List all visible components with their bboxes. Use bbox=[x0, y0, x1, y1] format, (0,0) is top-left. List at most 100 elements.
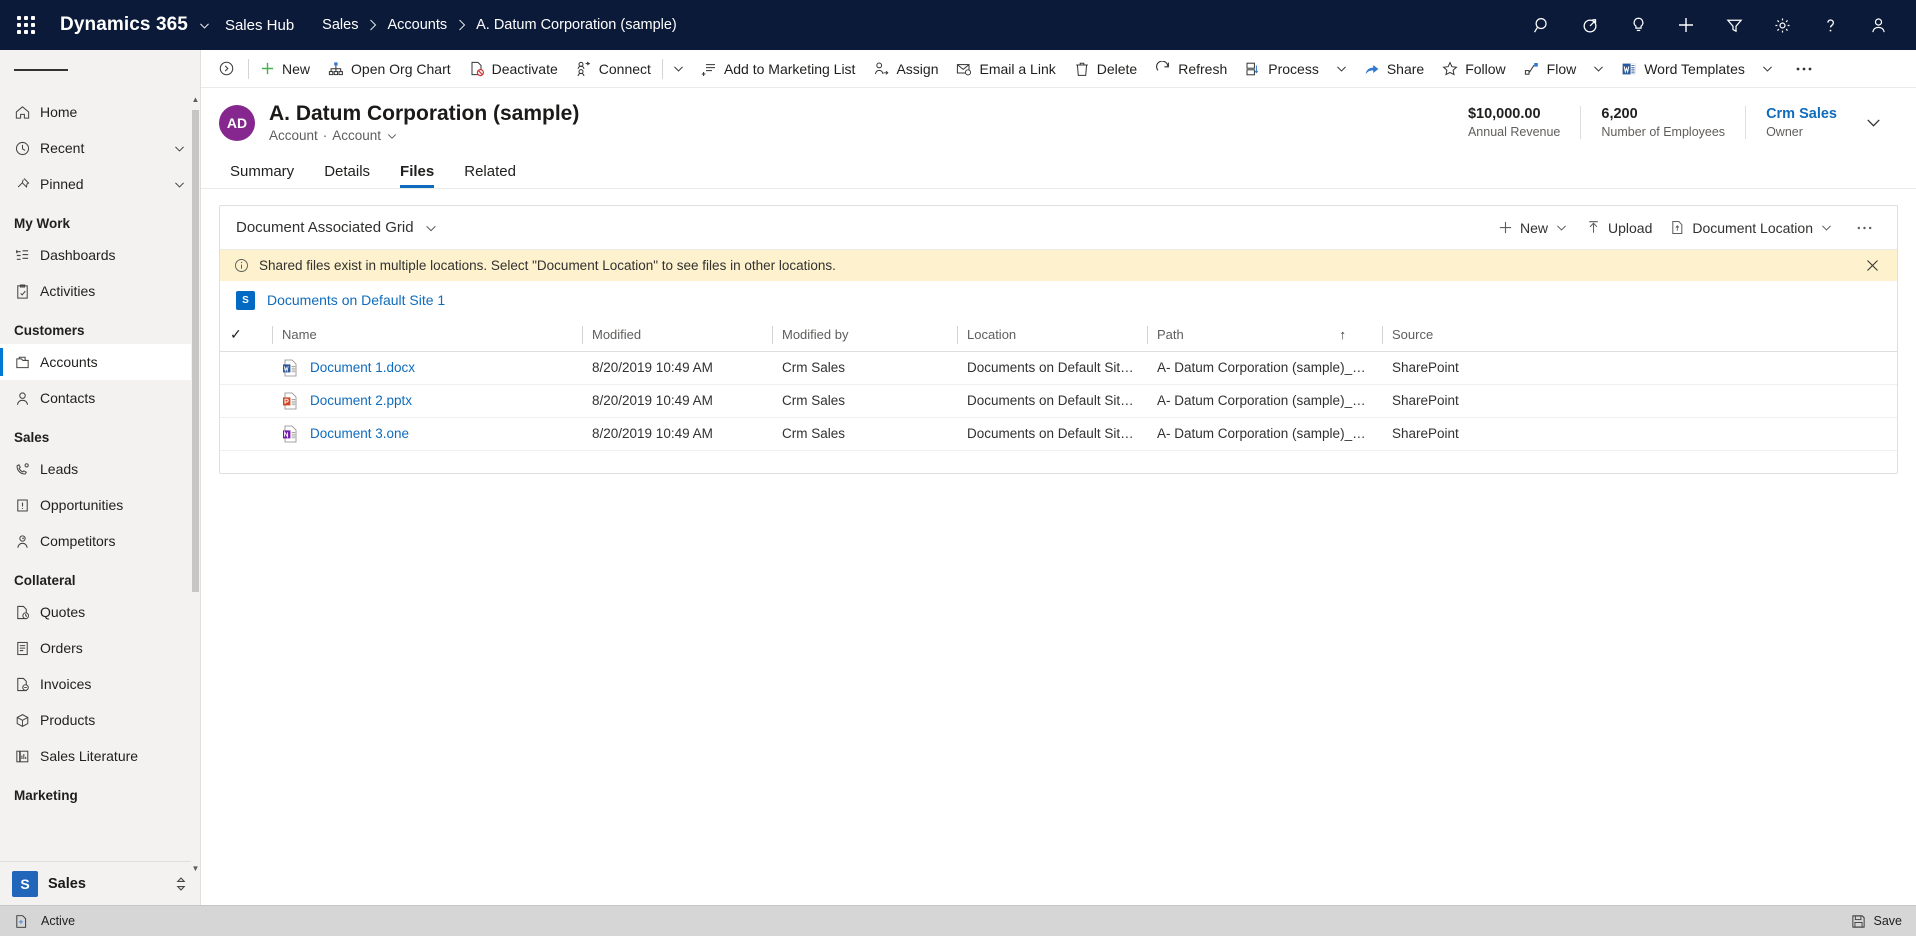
sitemap-scrollbar[interactable]: ▲ ▼ bbox=[191, 94, 200, 873]
org-chart-icon bbox=[328, 61, 344, 77]
sidebar-item-leads[interactable]: Leads bbox=[0, 451, 200, 487]
grid-overflow-ellipsis-icon[interactable] bbox=[1842, 211, 1887, 245]
scroll-down-arrow-icon[interactable]: ▼ bbox=[192, 863, 200, 873]
refresh-button[interactable]: Refresh bbox=[1146, 50, 1236, 87]
save-button[interactable]: Save bbox=[1851, 914, 1902, 929]
table-row[interactable]: Document 2.pptx 8/20/2019 10:49 AM Crm S… bbox=[220, 384, 1897, 418]
form-selector-chevron-down-icon[interactable] bbox=[386, 130, 398, 142]
sidebar-item-pinned[interactable]: Pinned bbox=[0, 166, 200, 202]
add-to-marketing-list-button[interactable]: Add to Marketing List bbox=[692, 50, 865, 87]
flow-button[interactable]: Flow bbox=[1515, 50, 1586, 87]
delete-trash-icon bbox=[1074, 61, 1090, 77]
column-header-source[interactable]: Source bbox=[1382, 319, 1897, 352]
column-header-modified-by[interactable]: Modified by bbox=[772, 319, 957, 352]
breadcrumb-item-accounts[interactable]: Accounts bbox=[387, 17, 447, 33]
scrollbar-thumb[interactable] bbox=[192, 110, 199, 592]
process-chevron-down-icon[interactable] bbox=[1328, 50, 1355, 87]
document-location-chevron-down-icon[interactable] bbox=[1820, 221, 1833, 234]
tab-related[interactable]: Related bbox=[453, 163, 527, 188]
user-profile-icon[interactable] bbox=[1854, 0, 1902, 50]
tab-summary[interactable]: Summary bbox=[219, 163, 305, 188]
assign-button[interactable]: Assign bbox=[864, 50, 947, 87]
file-name-link[interactable]: Document 2.pptx bbox=[310, 393, 412, 408]
grid-new-chevron-down-icon[interactable] bbox=[1555, 221, 1568, 234]
table-row[interactable]: Document 3.one 8/20/2019 10:49 AM Crm Sa… bbox=[220, 417, 1897, 451]
sidebar-item-orders[interactable]: Orders bbox=[0, 630, 200, 666]
back-circle-icon[interactable] bbox=[207, 50, 246, 87]
column-header-path[interactable]: Path ↑ bbox=[1147, 319, 1382, 352]
select-all-checkbox-header[interactable]: ✓ bbox=[220, 319, 272, 352]
stat-value-link[interactable]: Crm Sales bbox=[1766, 106, 1837, 122]
column-header-name[interactable]: Name bbox=[272, 319, 582, 352]
grid-view-selector-chevron-down-icon[interactable] bbox=[414, 221, 448, 235]
row-checkbox[interactable] bbox=[220, 384, 272, 418]
share-button[interactable]: Share bbox=[1355, 50, 1433, 87]
brand-chevron-down-icon[interactable] bbox=[194, 19, 225, 32]
scroll-up-arrow-icon[interactable]: ▲ bbox=[192, 94, 200, 104]
sidebar-item-home[interactable]: Home bbox=[0, 94, 200, 130]
sidebar-item-sales-literature[interactable]: Sales Literature bbox=[0, 738, 200, 774]
breadcrumb-item-sales[interactable]: Sales bbox=[322, 17, 358, 33]
new-button[interactable]: New bbox=[251, 50, 319, 87]
document-location-button[interactable]: Document Location bbox=[1661, 211, 1842, 245]
sidebar-item-quotes[interactable]: Quotes bbox=[0, 594, 200, 630]
sidebar-item-dashboards[interactable]: Dashboards bbox=[0, 237, 200, 273]
email-a-link-button[interactable]: Email a Link bbox=[947, 50, 1064, 87]
settings-gear-icon[interactable] bbox=[1758, 0, 1806, 50]
app-switcher-updown-icon[interactable] bbox=[174, 876, 188, 892]
file-name-link[interactable]: Document 3.one bbox=[310, 426, 409, 441]
search-icon[interactable] bbox=[1518, 0, 1566, 50]
cell-name: Document 1.docx bbox=[272, 351, 582, 385]
close-icon[interactable] bbox=[1860, 259, 1885, 272]
word-templates-button[interactable]: Word Templates bbox=[1612, 50, 1754, 87]
products-icon bbox=[14, 712, 40, 729]
connect-button[interactable]: Connect bbox=[567, 50, 660, 87]
sidebar-item-recent[interactable]: Recent bbox=[0, 130, 200, 166]
filter-icon[interactable] bbox=[1710, 0, 1758, 50]
app-switcher[interactable]: S Sales bbox=[0, 861, 200, 905]
delete-button[interactable]: Delete bbox=[1065, 50, 1146, 87]
sidebar-item-opportunities[interactable]: Opportunities bbox=[0, 487, 200, 523]
sidebar-item-contacts[interactable]: Contacts bbox=[0, 380, 200, 416]
column-header-modified[interactable]: Modified bbox=[582, 319, 772, 352]
app-launcher-waffle-icon[interactable] bbox=[0, 0, 52, 50]
sort-ascending-arrow-icon[interactable]: ↑ bbox=[1340, 327, 1373, 342]
form-state-icon[interactable] bbox=[14, 914, 29, 929]
header-expand-chevron-down-icon[interactable] bbox=[1857, 114, 1898, 131]
grid-new-button[interactable]: New bbox=[1489, 211, 1577, 245]
deactivate-button[interactable]: Deactivate bbox=[460, 50, 567, 87]
word-templates-chevron-down-icon[interactable] bbox=[1754, 50, 1781, 87]
open-org-chart-button[interactable]: Open Org Chart bbox=[319, 50, 460, 87]
process-button[interactable]: Process bbox=[1236, 50, 1328, 87]
sidebar-item-invoices[interactable]: Invoices bbox=[0, 666, 200, 702]
sitemap-collapse-hamburger-icon[interactable] bbox=[0, 50, 200, 90]
tab-files[interactable]: Files bbox=[389, 163, 445, 189]
quick-create-plus-icon[interactable] bbox=[1662, 0, 1710, 50]
row-checkbox[interactable] bbox=[220, 351, 272, 385]
global-actions bbox=[1518, 0, 1916, 50]
file-name-link[interactable]: Document 1.docx bbox=[310, 360, 415, 375]
row-checkbox[interactable] bbox=[220, 417, 272, 451]
connect-chevron-down-icon[interactable] bbox=[665, 50, 692, 87]
sidebar-item-activities[interactable]: Activities bbox=[0, 273, 200, 309]
assistant-icon[interactable] bbox=[1566, 0, 1614, 50]
overflow-ellipsis-icon[interactable] bbox=[1781, 50, 1827, 87]
accounts-icon bbox=[14, 354, 40, 371]
word-file-icon bbox=[282, 359, 298, 377]
grid-upload-button[interactable]: Upload bbox=[1577, 211, 1661, 245]
sidebar-item-products[interactable]: Products bbox=[0, 702, 200, 738]
app-name[interactable]: Sales Hub bbox=[225, 17, 322, 34]
help-icon[interactable] bbox=[1806, 0, 1854, 50]
onenote-file-icon bbox=[282, 425, 298, 443]
checkmark-icon[interactable]: ✓ bbox=[230, 326, 242, 342]
table-row[interactable]: Document 1.docx 8/20/2019 10:49 AM Crm S… bbox=[220, 351, 1897, 385]
command-separator bbox=[248, 58, 249, 79]
document-location-link[interactable]: Documents on Default Site 1 bbox=[267, 292, 445, 308]
insights-lightbulb-icon[interactable] bbox=[1614, 0, 1662, 50]
sidebar-item-accounts[interactable]: Accounts bbox=[0, 344, 200, 380]
sidebar-item-competitors[interactable]: Competitors bbox=[0, 523, 200, 559]
tab-details[interactable]: Details bbox=[313, 163, 381, 188]
follow-button[interactable]: Follow bbox=[1433, 50, 1514, 87]
column-header-location[interactable]: Location bbox=[957, 319, 1147, 352]
flow-chevron-down-icon[interactable] bbox=[1585, 50, 1612, 87]
